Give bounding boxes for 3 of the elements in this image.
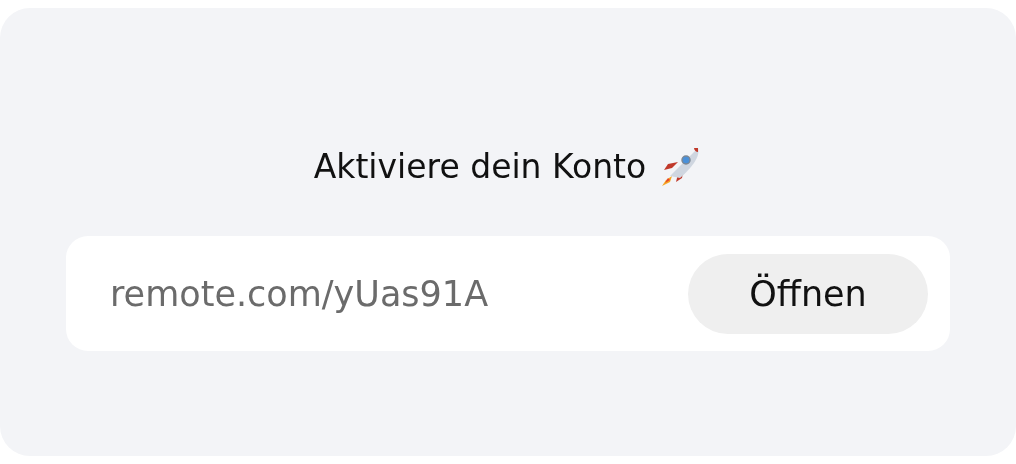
url-text: remote.com/yUas91A [110,273,489,314]
open-button[interactable]: Öffnen [688,253,928,334]
title: Aktiviere dein Konto [313,146,647,186]
